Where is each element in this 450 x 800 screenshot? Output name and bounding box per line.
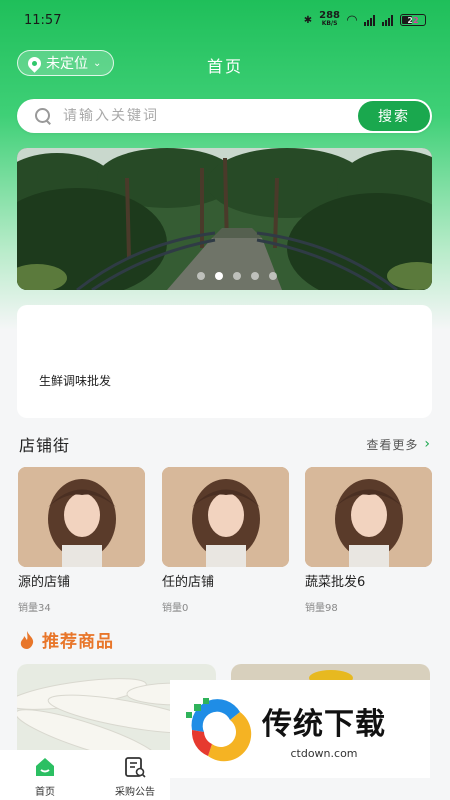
nav-notice[interactable]: 采购公告 xyxy=(100,755,170,798)
shop-sales: 销量98 xyxy=(305,603,338,614)
search-input[interactable] xyxy=(63,108,358,124)
shop-image xyxy=(18,467,145,567)
shop-sales: 销量34 xyxy=(18,603,51,614)
category-panel: 生鲜调味批发 xyxy=(17,305,432,418)
header: 首页 未定位 ⌄ xyxy=(0,48,450,78)
search-button[interactable]: 搜索 xyxy=(358,101,430,131)
banner-carousel[interactable] xyxy=(17,148,432,290)
location-label: 未定位 xyxy=(46,56,88,72)
shop-image xyxy=(305,467,432,567)
nav-home[interactable]: 首页 xyxy=(10,755,80,798)
carousel-dot[interactable] xyxy=(269,272,277,280)
shop-card[interactable]: 任的店铺 销量0 xyxy=(162,467,289,614)
nav-label: 采购公告 xyxy=(115,787,155,798)
status-bar: 11:57 ✱ 288 KB/S ◠ 22 xyxy=(0,0,450,40)
shop-sales: 销量0 xyxy=(162,603,189,614)
view-more-link[interactable]: 查看更多 › xyxy=(366,436,431,453)
recommended-header: 推荐商品 xyxy=(20,627,114,652)
shop-card[interactable]: 蔬菜批发6 销量98 xyxy=(305,467,432,614)
shop-image xyxy=(162,467,289,567)
section-title: 店铺街 xyxy=(19,436,71,455)
location-pin-icon xyxy=(25,53,44,73)
wifi-icon: ◠ xyxy=(347,12,357,28)
carousel-indicator xyxy=(197,272,277,280)
shop-street-header: 店铺街 查看更多 › xyxy=(19,433,431,455)
watermark-title: 传统下载 xyxy=(262,706,386,742)
status-time: 11:57 xyxy=(24,12,62,28)
search-icon xyxy=(35,108,51,124)
watermark-url: ctdown.com xyxy=(290,746,358,760)
carousel-dot[interactable] xyxy=(233,272,241,280)
status-icons: ✱ 288 KB/S ◠ 22 xyxy=(303,10,426,28)
location-selector[interactable]: 未定位 ⌄ xyxy=(17,50,115,76)
signal-icon xyxy=(364,14,375,26)
notice-icon xyxy=(123,755,147,779)
bluetooth-icon: ✱ xyxy=(303,14,313,26)
ctdown-logo xyxy=(186,698,252,762)
nav-label: 首页 xyxy=(35,787,55,798)
search-bar: 搜索 xyxy=(17,99,432,133)
carousel-dot[interactable] xyxy=(251,272,259,280)
home-icon xyxy=(33,755,57,779)
banner-image xyxy=(17,148,432,290)
carousel-dot-active[interactable] xyxy=(215,272,223,280)
signal-icon xyxy=(382,14,393,26)
chevron-right-icon: › xyxy=(424,436,431,452)
chevron-down-icon: ⌄ xyxy=(93,57,102,69)
fire-icon xyxy=(20,630,34,649)
carousel-dot[interactable] xyxy=(197,272,205,280)
battery-icon: 22 xyxy=(400,14,426,26)
shop-name: 蔬菜批发6 xyxy=(305,575,366,590)
category-item[interactable]: 生鲜调味批发 xyxy=(35,373,115,389)
network-speed: 288 KB/S xyxy=(319,10,340,28)
shop-name: 任的店铺 xyxy=(162,575,215,590)
watermark: 传统下载 ctdown.com xyxy=(170,680,430,778)
shop-name: 源的店铺 xyxy=(18,575,71,590)
recommended-title: 推荐商品 xyxy=(42,632,114,652)
shop-card[interactable]: 源的店铺 销量34 xyxy=(18,467,145,614)
bottom-navigation: 首页 采购公告 xyxy=(0,750,170,800)
